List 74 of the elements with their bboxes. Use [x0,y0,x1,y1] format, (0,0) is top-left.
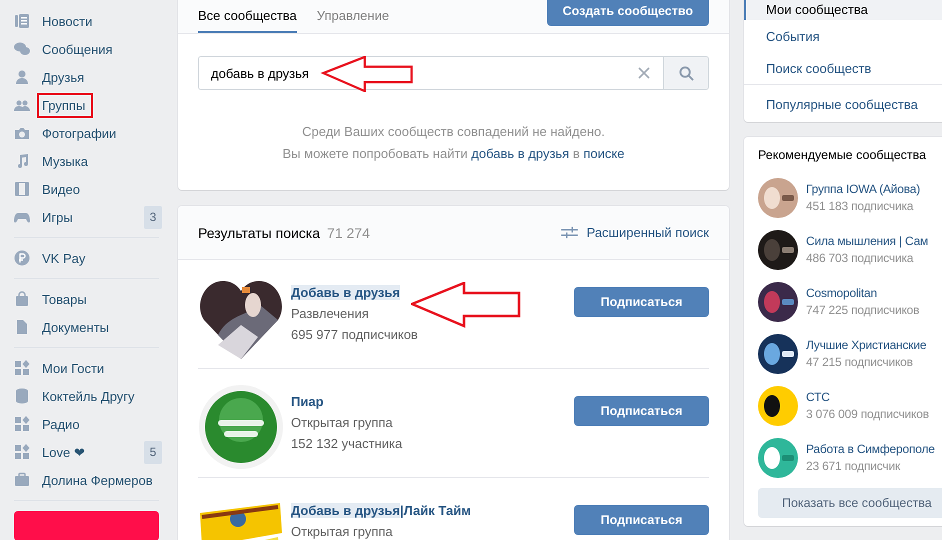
sidebar-item[interactable]: Группы [14,91,159,119]
sidebar-item[interactable]: Музыка [14,147,159,175]
create-community-button[interactable]: Создать сообщество [546,0,709,26]
community-title[interactable]: Пиар [291,391,324,412]
sidebar-item[interactable]: Новости [14,7,159,35]
menu-item[interactable]: Популярные сообщества [744,91,942,115]
count-badge: 5 [144,440,162,464]
advanced-search-link[interactable]: Расширенный поиск [586,225,709,240]
search-input[interactable]: добавь в друзья [199,66,403,80]
community-category: Открытая группа [291,523,394,540]
member-count: 152 132 участника [291,435,404,453]
search-icon [678,66,694,80]
community-name[interactable]: Cosmopolitan [806,285,920,302]
community-name[interactable]: Группа IOWA (Айова) [806,181,920,198]
section-title: Рекомендуемые сообщества [758,148,928,162]
sidebar-item[interactable]: Love ❤ [14,438,144,466]
subscriber-count: 3 076 009 подписчиков [806,406,929,423]
sliders-icon [560,226,578,239]
sidebar-item[interactable]: Друзья [14,63,159,91]
menu-item[interactable]: Поиск сообществ [744,52,942,84]
sidebar-item[interactable]: Радио [14,410,159,438]
sidebar-item[interactable]: VK Pay [14,244,159,272]
sidebar-item[interactable]: Товары [14,285,159,313]
subscriber-count: 747 225 подписчиков [806,302,920,319]
person-icon [14,69,30,85]
community-name[interactable]: Сила мышления | Сам [806,233,928,250]
subscriber-count: 47 215 подписчиков [806,354,914,371]
search-field[interactable]: добавь в друзья [198,56,663,90]
no-results-message: Среди Ваших сообществ совпадений не найдено. [301,123,606,141]
menu-item[interactable]: События [744,20,942,52]
results-count: 71 274 [327,224,370,240]
subscribe-button[interactable]: Подписаться [574,505,709,535]
search-suggestion: Вы можете попробовать найти добавь в друзья в поиске [282,145,626,163]
sidebar-item[interactable]: Долина Фермеров [14,466,159,494]
search-button[interactable] [663,56,709,90]
query-link[interactable]: добавь в друзья [471,146,570,161]
news-icon [14,13,30,29]
chat-icon [14,41,30,57]
sidebar-item[interactable]: Коктейль Другу [14,382,159,410]
tab[interactable]: Управление [316,0,390,33]
subscribe-button[interactable]: Подписаться [574,396,709,426]
subscriber-count: 486 703 подписчика [806,250,914,267]
ruble-icon [14,250,30,266]
sidebar-item[interactable]: Документы [14,313,159,341]
community-name[interactable]: Работа в Симферополе [806,441,935,458]
close-icon[interactable] [638,67,650,79]
count-badge: 3 [144,206,162,228]
community-name[interactable]: СТС [806,389,929,406]
community-category: Открытая группа [291,414,394,432]
menu-item[interactable]: Мои сообщества [744,0,942,20]
apps-icon [14,360,30,376]
sidebar-item[interactable]: Видео [14,175,159,203]
apps-icon [14,416,30,432]
community-title[interactable]: Добавь в друзья|Лайк Тайм [291,500,471,521]
camera-icon [14,125,30,141]
apps-icon [14,444,30,460]
subscriber-count: 451 183 подписчика [806,198,914,215]
bag-icon [14,291,30,307]
subscriber-count: 23 671 подписчик [806,458,902,475]
show-all-button[interactable]: Показать все сообщества [758,488,942,518]
results-title: Результаты поиска [198,224,320,240]
community-name[interactable]: Лучшие Христианские [806,337,926,354]
community-title[interactable]: Добавь в друзья [291,282,400,303]
case-icon [14,472,30,488]
member-count: 695 977 подписчиков [291,326,419,344]
tab[interactable]: Все сообщества [198,0,297,33]
doc-icon [14,319,30,335]
search-link[interactable]: поиске [583,146,624,161]
community-category: Развлечения [291,305,370,323]
subscribe-button[interactable]: Подписаться [574,287,709,317]
sidebar-item[interactable]: Игры [14,203,144,231]
sidebar-item[interactable]: Фотографии [14,119,159,147]
sidebar-item[interactable]: Сообщения [14,35,159,63]
sidebar-item[interactable]: Мои Гости [14,354,159,382]
